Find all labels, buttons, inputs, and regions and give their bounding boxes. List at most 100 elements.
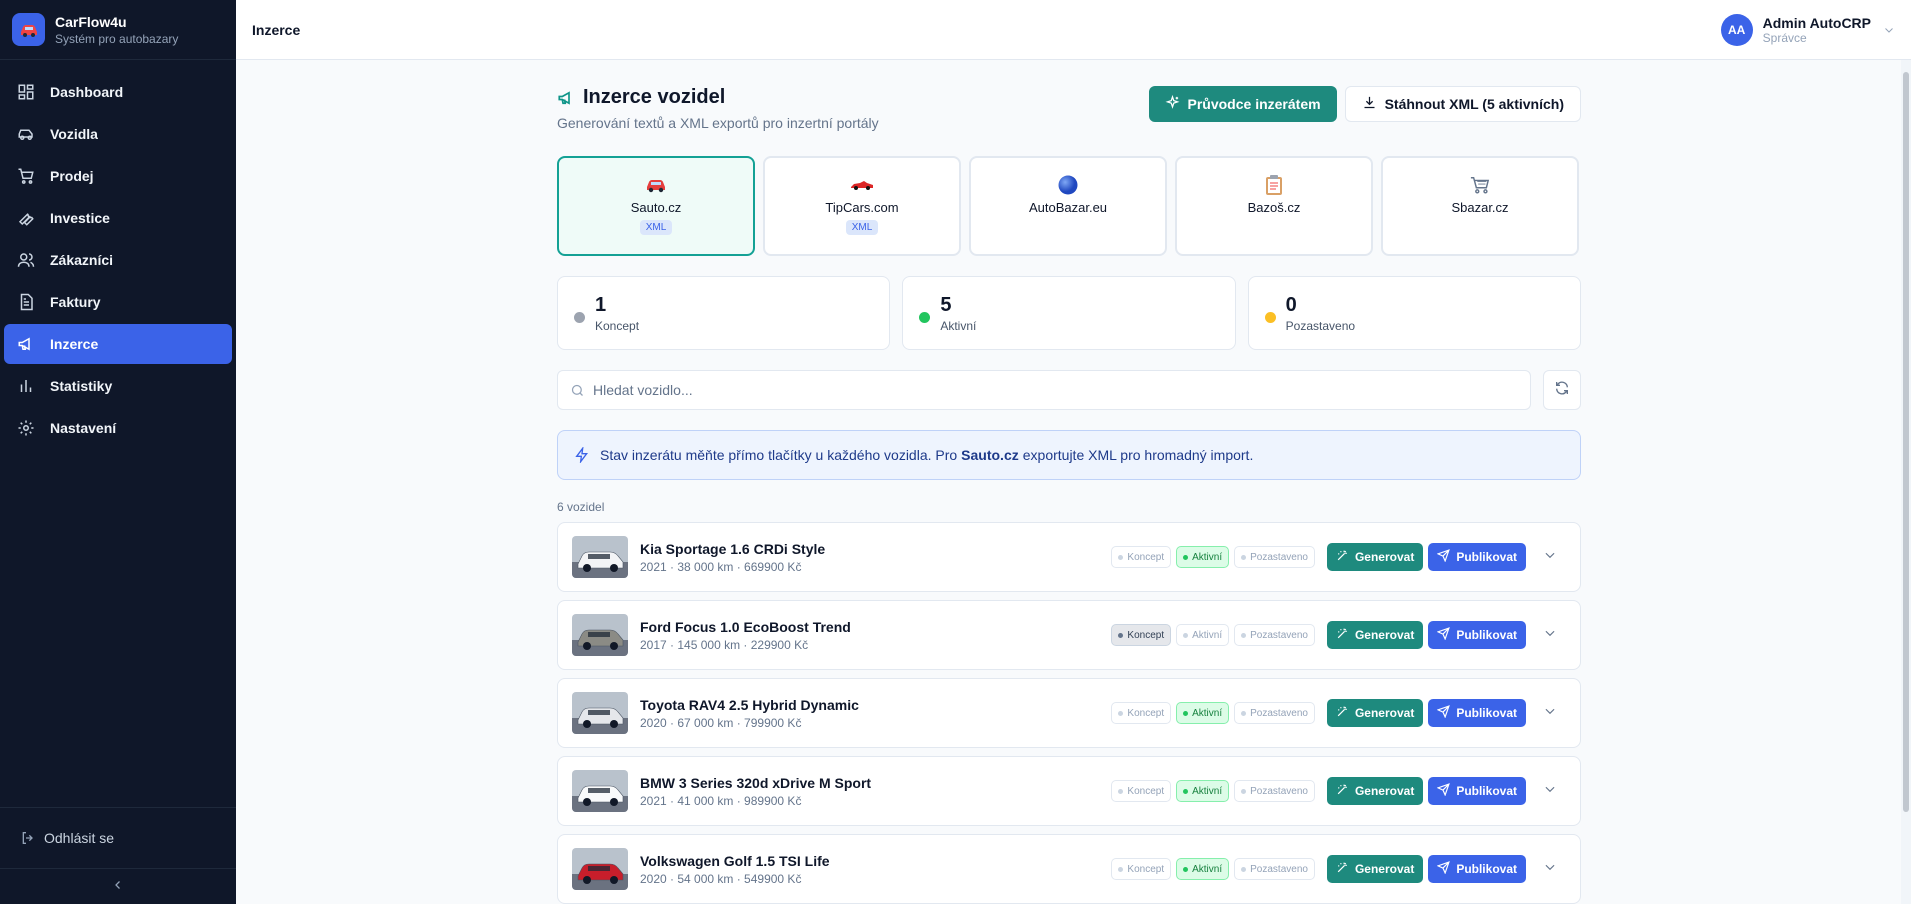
publish-button[interactable]: Publikovat: [1428, 777, 1526, 805]
refresh-button[interactable]: [1543, 370, 1581, 410]
logout-icon: [20, 830, 36, 846]
status-active-button[interactable]: Aktivní: [1176, 780, 1230, 802]
sidebar-item-prodej[interactable]: Prodej: [4, 156, 232, 196]
table-row[interactable]: Ford Focus 1.0 EcoBoost Trend 2017 · 145…: [557, 600, 1581, 670]
generate-button[interactable]: Generovat: [1326, 621, 1424, 649]
status-label: Pozastaveno: [1250, 707, 1308, 719]
status-active-button[interactable]: Aktivní: [1176, 624, 1230, 646]
topbar-title: Inzerce: [252, 21, 301, 38]
portal-bazos[interactable]: Bazoš.cz: [1175, 156, 1373, 256]
status-draft-button[interactable]: Koncept: [1111, 624, 1172, 646]
magic-wand-icon: [1336, 861, 1349, 877]
generate-button[interactable]: Generovat: [1326, 699, 1424, 727]
stat-koncept: 1 Koncept: [557, 276, 891, 350]
status-stats: 1 Koncept 5 Aktivní 0 Pozastaveno: [557, 276, 1581, 350]
status-paused-button[interactable]: Pozastaveno: [1234, 780, 1315, 802]
page-header: Inzerce vozidel Generování textů a XML e…: [557, 86, 1581, 136]
publish-button[interactable]: Publikovat: [1428, 699, 1526, 727]
status-draft-button[interactable]: Koncept: [1111, 546, 1172, 568]
portal-name: Sbazar.cz: [1451, 200, 1509, 215]
scrollbar-thumb[interactable]: [1903, 72, 1909, 812]
sidebar-nav: Dashboard Vozidla Prodej Investice Zákaz…: [0, 60, 236, 807]
expand-row-button[interactable]: [1534, 548, 1566, 567]
search-box: [557, 370, 1531, 410]
status-dot: [1183, 866, 1189, 872]
status-label: Pozastaveno: [1250, 629, 1308, 641]
sidebar-item-dashboard[interactable]: Dashboard: [4, 72, 232, 112]
search-input[interactable]: [593, 382, 1518, 398]
status-label: Koncept: [1127, 629, 1165, 641]
send-icon: [1436, 549, 1451, 565]
stat-pozastaveno: 0 Pozastaveno: [1247, 276, 1581, 350]
status-active-button[interactable]: Aktivní: [1176, 858, 1230, 880]
status-dot: [1118, 554, 1124, 560]
status-paused-button[interactable]: Pozastaveno: [1234, 546, 1315, 568]
generate-button[interactable]: Generovat: [1326, 543, 1424, 571]
vehicle-name: Volkswagen Golf 1.5 TSI Life: [640, 852, 830, 869]
stat-value: 5: [940, 293, 952, 316]
publish-button[interactable]: Publikovat: [1428, 621, 1526, 649]
expand-row-button[interactable]: [1534, 704, 1566, 723]
sidebar: CarFlow4u Systém pro autobazary Dashboar…: [0, 0, 236, 904]
status-dot: [574, 311, 585, 323]
publish-button[interactable]: Publikovat: [1428, 543, 1526, 571]
table-row[interactable]: BMW 3 Series 320d xDrive M Sport 2021 · …: [557, 756, 1581, 826]
stat-label: Koncept: [595, 318, 640, 333]
table-row[interactable]: Volkswagen Golf 1.5 TSI Life 2020 · 54 0…: [557, 834, 1581, 904]
status-paused-button[interactable]: Pozastaveno: [1234, 858, 1315, 880]
status-paused-button[interactable]: Pozastaveno: [1234, 624, 1315, 646]
generate-label: Generovat: [1354, 706, 1415, 720]
car-icon: [16, 124, 36, 144]
portal-name: AutoBazar.eu: [1028, 200, 1108, 215]
table-row[interactable]: Kia Sportage 1.6 CRDi Style 2021 · 38 00…: [557, 522, 1581, 592]
sparkles-icon: [1165, 94, 1180, 113]
portal-tipcars[interactable]: TipCars.com XML: [763, 156, 961, 256]
table-row[interactable]: Toyota RAV4 2.5 Hybrid Dynamic 2020 · 67…: [557, 678, 1581, 748]
page-scrollbar[interactable]: [1901, 60, 1911, 904]
sidebar-footer: Odhlásit se: [0, 807, 236, 904]
gear-icon: [16, 418, 36, 438]
wrench-icon: [16, 208, 36, 228]
brand-name: CarFlow4u: [55, 13, 127, 30]
status-toggle-group: Koncept Aktivní Pozastaveno: [1111, 546, 1315, 568]
status-draft-button[interactable]: Koncept: [1111, 858, 1172, 880]
sidebar-item-inzerce[interactable]: Inzerce: [4, 324, 232, 364]
vehicle-thumbnail: [572, 848, 628, 890]
status-active-button[interactable]: Aktivní: [1176, 546, 1230, 568]
cart-icon: [16, 166, 36, 186]
sidebar-item-statistiky[interactable]: Statistiky: [4, 366, 232, 406]
sidebar-item-investice[interactable]: Investice: [4, 198, 232, 238]
portal-autobazar[interactable]: AutoBazar.eu: [969, 156, 1167, 256]
status-dot: [1118, 866, 1124, 872]
status-label: Pozastaveno: [1250, 785, 1308, 797]
generate-button[interactable]: Generovat: [1326, 855, 1424, 883]
status-dot: [1264, 311, 1276, 323]
download-xml-button[interactable]: Stáhnout XML (5 aktivních): [1344, 86, 1581, 122]
generate-button[interactable]: Generovat: [1326, 777, 1424, 805]
clipboard-icon: [1265, 174, 1283, 196]
status-draft-button[interactable]: Koncept: [1111, 780, 1172, 802]
sidebar-item-vozidla[interactable]: Vozidla: [4, 114, 232, 154]
expand-row-button[interactable]: [1534, 860, 1566, 879]
sidebar-item-label: Zákazníci: [50, 252, 114, 268]
chart-icon: [16, 376, 36, 396]
portal-sauto[interactable]: Sauto.cz XML: [557, 156, 755, 256]
logout-button[interactable]: Odhlásit se: [0, 808, 236, 868]
status-active-button[interactable]: Aktivní: [1176, 702, 1230, 724]
sidebar-item-nastaveni[interactable]: Nastavení: [4, 408, 232, 448]
wizard-button[interactable]: Průvodce inzerátem: [1148, 86, 1337, 122]
status-dot: [1183, 632, 1189, 638]
status-paused-button[interactable]: Pozastaveno: [1234, 702, 1315, 724]
logout-label: Odhlásit se: [44, 830, 115, 846]
expand-row-button[interactable]: [1534, 626, 1566, 645]
sidebar-item-zakaznici[interactable]: Zákazníci: [4, 240, 232, 280]
portal-sbazar[interactable]: Sbazar.cz: [1381, 156, 1579, 256]
publish-button[interactable]: Publikovat: [1428, 855, 1526, 883]
status-toggle-group: Koncept Aktivní Pozastaveno: [1111, 702, 1315, 724]
status-draft-button[interactable]: Koncept: [1111, 702, 1172, 724]
user-menu[interactable]: AA Admin AutoCRP Správce: [1720, 13, 1895, 46]
expand-row-button[interactable]: [1534, 782, 1566, 801]
chevron-down-icon: [1543, 704, 1557, 723]
collapse-sidebar-button[interactable]: [0, 868, 236, 904]
sidebar-item-faktury[interactable]: Faktury: [4, 282, 232, 322]
